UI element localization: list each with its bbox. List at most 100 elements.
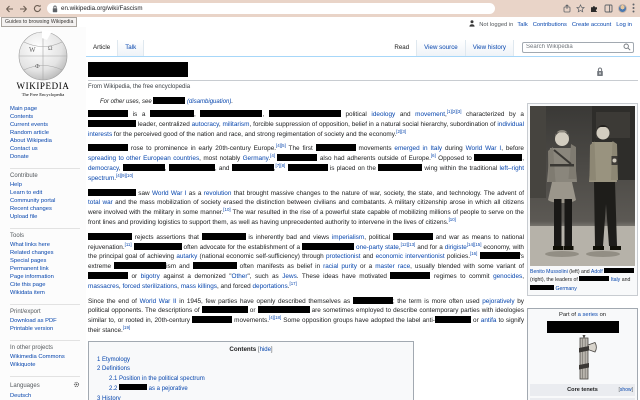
wiki-link[interactable]: Italy [611, 277, 621, 283]
sidebar-link-contents[interactable]: Contents [10, 113, 86, 121]
profile-avatar[interactable] [618, 4, 627, 13]
wiki-link[interactable]: ideology [371, 111, 395, 118]
toc-item[interactable]: 1 Etymology [97, 356, 405, 366]
toc-item[interactable]: 2 Definitions [97, 365, 405, 375]
citation-ref[interactable]: [7][8] [276, 163, 286, 168]
sidebar-link-deutsch[interactable]: Deutsch [10, 392, 86, 400]
wiki-link[interactable]: master race [375, 263, 410, 270]
wiki-link[interactable]: forced sterilizations [122, 283, 177, 290]
wiki-link[interactable]: imperialism [332, 234, 364, 241]
wikipedia-globe-logo[interactable]: W Ω Ф [17, 29, 69, 81]
tab-panel-icon[interactable] [604, 0, 613, 18]
citation-ref[interactable]: [19] [123, 325, 130, 330]
personal-link-create-account[interactable]: Create account [572, 22, 611, 28]
wiki-link[interactable]: autarky [176, 253, 197, 260]
citation-ref[interactable]: [4][18] [269, 315, 281, 320]
toc-item[interactable]: 3 History [97, 395, 405, 400]
wiki-link[interactable]: mass killings [181, 283, 217, 290]
wiki-link[interactable]: Benito Mussolini [530, 269, 568, 275]
wiki-link[interactable]: World War II [140, 298, 177, 305]
wiki-link[interactable]: World War I [466, 145, 502, 152]
sidebar-link-wikimedia-commons[interactable]: Wikimedia Commons [10, 353, 86, 361]
sidebar-link-contact-us[interactable]: Contact us [10, 145, 86, 153]
wiki-link[interactable]: autocracy [192, 121, 219, 128]
wiki-link[interactable]: massacres [88, 283, 119, 290]
wiki-link[interactable]: pejoratively [482, 298, 514, 305]
share-icon[interactable] [563, 0, 571, 18]
wiki-link[interactable]: militarism [222, 121, 249, 128]
citation-ref[interactable]: [10] [223, 207, 230, 212]
tab-read[interactable]: Read [387, 40, 418, 56]
wiki-link[interactable]: bigotry [141, 273, 160, 280]
toc-item[interactable]: 2.2 as a pejorative [97, 384, 405, 395]
wiki-link[interactable]: a series [578, 312, 598, 318]
sidebar-link-page-information[interactable]: Page information [10, 273, 86, 281]
wiki-link[interactable]: Adolf [591, 269, 603, 275]
wiki-link[interactable]: as a pejorative [147, 386, 188, 392]
sidebar-link-community-portal[interactable]: Community portal [10, 197, 86, 205]
tab-view-history[interactable]: View history [465, 40, 514, 56]
citation-ref[interactable]: [17] [289, 281, 296, 286]
wiki-link[interactable]: (disambiguation) [187, 99, 231, 105]
citation-ref[interactable]: [11] [125, 241, 132, 246]
wiki-link[interactable]: Germany [243, 155, 269, 162]
tab-talk[interactable]: Talk [118, 40, 145, 56]
wiki-link[interactable]: genocides [493, 273, 522, 280]
sidebar-link-main-page[interactable]: Main page [10, 105, 86, 113]
menu-dots-icon[interactable] [632, 0, 635, 18]
wiki-link[interactable]: 1 Etymology [97, 357, 130, 363]
wiki-link[interactable]: World War I [152, 190, 186, 197]
sidebar-link-learn-to-edit[interactable]: Learn to edit [10, 189, 86, 197]
personal-link-talk[interactable]: Talk [517, 22, 527, 28]
forward-button[interactable] [18, 4, 28, 14]
citation-ref[interactable]: [10] [449, 217, 456, 222]
sidebar-link-upload-file[interactable]: Upload file [10, 213, 86, 221]
address-bar[interactable]: en.wikipedia.org/wiki/Fascism [47, 3, 495, 14]
wiki-link[interactable]: one-party state [356, 244, 399, 251]
bookmark-star-icon[interactable] [576, 0, 585, 18]
back-button[interactable] [4, 4, 14, 14]
sidebar-link-wikiquote[interactable]: Wikiquote [10, 361, 86, 369]
wiki-link[interactable]: movement [415, 111, 445, 118]
wiki-link[interactable]: 2.2 [109, 386, 119, 392]
sidebar-link-what-links-here[interactable]: What links here [10, 241, 86, 249]
series-show-toggle[interactable]: show [620, 387, 632, 393]
wiki-link[interactable]: dirigiste [445, 244, 467, 251]
wiki-link[interactable]: Jews [282, 273, 297, 280]
wiki-link[interactable]: democracy [88, 165, 119, 172]
reload-button[interactable] [32, 4, 42, 14]
search-icon[interactable] [623, 38, 631, 56]
languages-gear-icon[interactable] [73, 381, 80, 390]
wiki-link[interactable]: deportations [253, 283, 288, 290]
wiki-link[interactable]: racial purity [323, 263, 357, 270]
toc-hide-toggle[interactable]: hide [260, 347, 271, 353]
wiki-link[interactable]: antifa [481, 317, 497, 324]
sidebar-link-help[interactable]: Help [10, 181, 86, 189]
personal-link-log-in[interactable]: Log in [616, 22, 632, 28]
sidebar-link-recent-changes[interactable]: Recent changes [10, 205, 86, 213]
sidebar-link-related-changes[interactable]: Related changes [10, 249, 86, 257]
citation-ref[interactable]: [4][9][10] [116, 173, 133, 178]
sidebar-link-donate[interactable]: Donate [10, 153, 86, 161]
sidebar-link-cite-this-page[interactable]: Cite this page [10, 281, 86, 289]
sidebar-link-permanent-link[interactable]: Permanent link [10, 265, 86, 273]
wiki-link[interactable]: economic interventionist [376, 253, 445, 260]
wiki-link[interactable]: 3 History [97, 396, 121, 400]
search-input[interactable] [523, 44, 623, 50]
citation-ref[interactable]: [2][3] [396, 128, 406, 133]
toc-item[interactable]: 2.1 Position in the political spectrum [97, 375, 405, 385]
tab-view-source[interactable]: View source [417, 40, 466, 56]
page-protection-lock-icon[interactable] [596, 64, 604, 82]
tab-article[interactable]: Article [86, 40, 119, 56]
wiki-link[interactable]: spreading to other European countries [88, 155, 199, 162]
wiki-link[interactable]: revolution [204, 190, 232, 197]
wiki-link[interactable]: total war [88, 199, 113, 206]
wiki-link[interactable]: 2.1 Position in the political spectrum [109, 376, 205, 382]
wiki-link[interactable]: Germany [555, 286, 576, 292]
sidebar-link-special-pages[interactable]: Special pages [10, 257, 86, 265]
wiki-link[interactable]: protectionist [326, 253, 360, 260]
sidebar-link-about-wikipedia[interactable]: About Wikipedia [10, 137, 86, 145]
personal-link-contributions[interactable]: Contributions [533, 22, 567, 28]
wiki-link[interactable]: 2 Definitions [97, 366, 130, 372]
sidebar-link-download-as-pdf[interactable]: Download as PDF [10, 317, 86, 325]
